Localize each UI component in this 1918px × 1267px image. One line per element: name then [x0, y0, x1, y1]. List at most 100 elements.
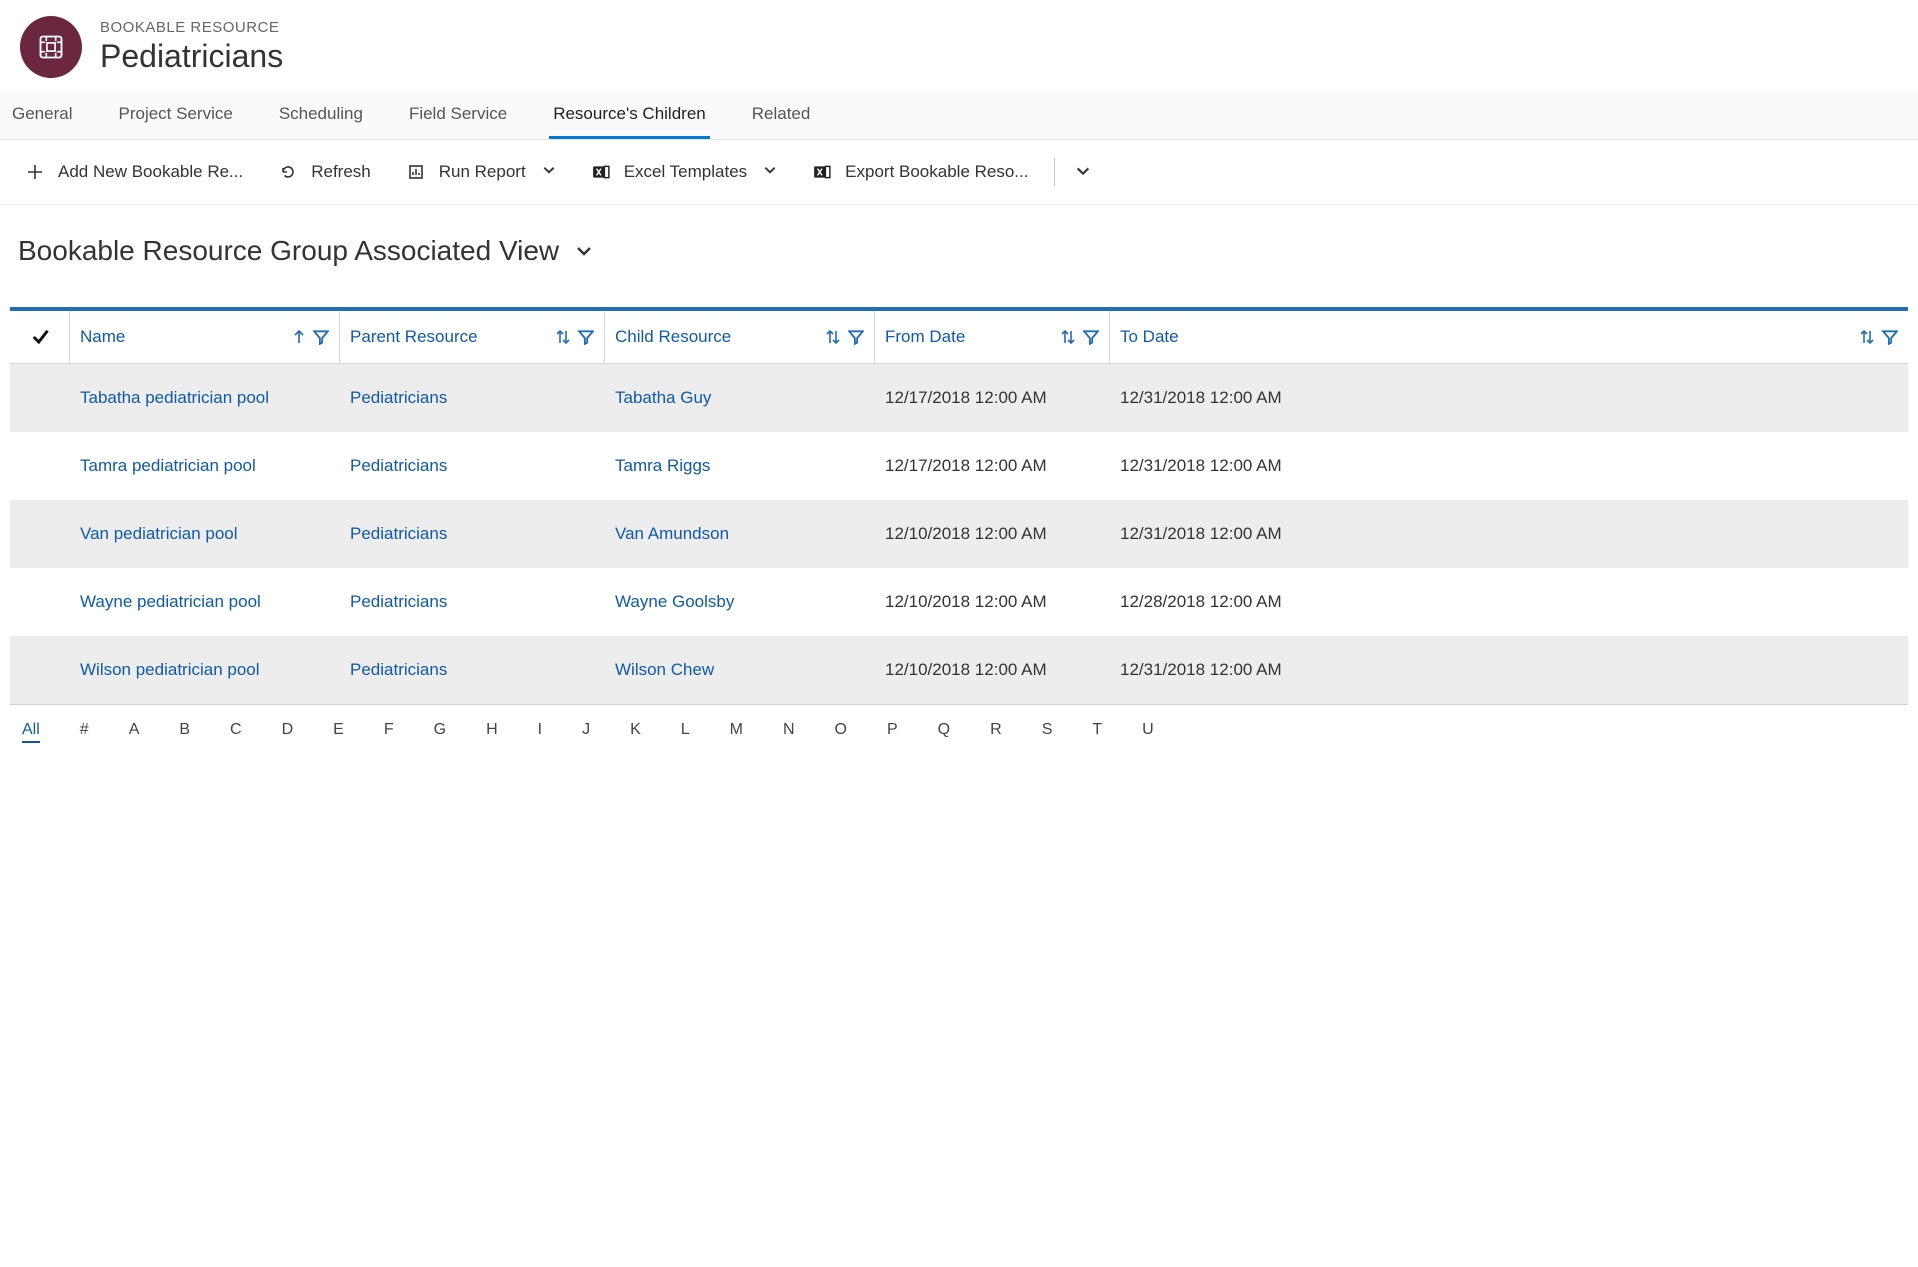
alpha-m[interactable]: M	[730, 721, 743, 743]
column-header-name[interactable]: Name	[70, 311, 340, 363]
alpha-hash[interactable]: #	[80, 721, 89, 743]
tab-project-service[interactable]: Project Service	[114, 90, 236, 139]
run-report-button[interactable]: Run Report	[391, 156, 572, 188]
alpha-e[interactable]: E	[333, 721, 344, 743]
cell-parent-resource[interactable]: Pediatricians	[340, 636, 605, 704]
cell-name[interactable]: Tabatha pediatrician pool	[70, 364, 340, 432]
cell-parent-resource[interactable]: Pediatricians	[340, 432, 605, 500]
table-row[interactable]: Tabatha pediatrician poolPediatriciansTa…	[10, 364, 1908, 432]
tab-label: Resource's Children	[553, 104, 706, 123]
plus-icon	[26, 163, 44, 181]
export-label: Export Bookable Reso...	[845, 162, 1028, 182]
tab-scheduling[interactable]: Scheduling	[275, 90, 367, 139]
cell-from-date: 12/10/2018 12:00 AM	[875, 636, 1110, 704]
alpha-s[interactable]: S	[1042, 721, 1053, 743]
row-checkbox[interactable]	[10, 646, 70, 694]
table-row[interactable]: Van pediatrician poolPediatriciansVan Am…	[10, 500, 1908, 568]
refresh-icon	[279, 163, 297, 181]
filter-icon[interactable]	[1083, 329, 1099, 345]
column-header-parent[interactable]: Parent Resource	[340, 311, 605, 363]
alpha-q[interactable]: Q	[938, 721, 950, 743]
alpha-l[interactable]: L	[681, 721, 690, 743]
alpha-t[interactable]: T	[1092, 721, 1102, 743]
filter-icon[interactable]	[1882, 329, 1898, 345]
entity-icon	[20, 16, 82, 78]
alpha-p[interactable]: P	[887, 721, 898, 743]
sort-icon[interactable]	[1061, 329, 1075, 345]
record-name: Pediatricians	[100, 38, 283, 75]
column-header-from[interactable]: From Date	[875, 311, 1110, 363]
view-switcher[interactable]	[575, 242, 593, 260]
cell-name[interactable]: Tamra pediatrician pool	[70, 432, 340, 500]
row-checkbox[interactable]	[10, 578, 70, 626]
tab-related[interactable]: Related	[748, 90, 815, 139]
chevron-down-icon	[763, 162, 777, 182]
sort-asc-icon[interactable]	[293, 329, 305, 345]
alpha-i[interactable]: I	[538, 721, 542, 743]
cell-child-resource[interactable]: Tabatha Guy	[605, 364, 875, 432]
alpha-u[interactable]: U	[1142, 721, 1154, 743]
sort-icon[interactable]	[826, 329, 840, 345]
overflow-button[interactable]	[1065, 157, 1101, 188]
alpha-all[interactable]: All	[22, 721, 40, 743]
report-icon	[407, 163, 425, 181]
entity-label: BOOKABLE RESOURCE	[100, 19, 283, 36]
alpha-a[interactable]: A	[129, 721, 140, 743]
refresh-button[interactable]: Refresh	[263, 156, 387, 188]
cell-child-resource[interactable]: Van Amundson	[605, 500, 875, 568]
alpha-h[interactable]: H	[486, 721, 498, 743]
cell-child-resource[interactable]: Wayne Goolsby	[605, 568, 875, 636]
cell-parent-resource[interactable]: Pediatricians	[340, 500, 605, 568]
table-row[interactable]: Tamra pediatrician poolPediatriciansTamr…	[10, 432, 1908, 500]
cell-parent-resource[interactable]: Pediatricians	[340, 364, 605, 432]
excel-templates-button[interactable]: Excel Templates	[576, 156, 793, 188]
alpha-j[interactable]: J	[582, 721, 590, 743]
tab-label: General	[12, 104, 72, 123]
tab-general[interactable]: General	[8, 90, 76, 139]
table-row[interactable]: Wilson pediatrician poolPediatriciansWil…	[10, 636, 1908, 704]
add-new-button[interactable]: Add New Bookable Re...	[10, 156, 259, 188]
column-header-child[interactable]: Child Resource	[605, 311, 875, 363]
alpha-r[interactable]: R	[990, 721, 1002, 743]
filter-icon[interactable]	[313, 329, 329, 345]
command-bar: Add New Bookable Re... Refresh Run Repor…	[0, 140, 1918, 205]
cell-name[interactable]: Wilson pediatrician pool	[70, 636, 340, 704]
select-all-checkbox[interactable]	[10, 311, 70, 363]
excel-icon	[813, 163, 831, 181]
cell-child-resource[interactable]: Tamra Riggs	[605, 432, 875, 500]
export-button[interactable]: Export Bookable Reso...	[797, 156, 1044, 188]
filter-icon[interactable]	[578, 329, 594, 345]
tab-label: Related	[752, 104, 811, 123]
row-checkbox[interactable]	[10, 374, 70, 422]
alpha-k[interactable]: K	[630, 721, 641, 743]
tab-resource-s-children[interactable]: Resource's Children	[549, 90, 710, 139]
alpha-c[interactable]: C	[230, 721, 242, 743]
cell-parent-resource[interactable]: Pediatricians	[340, 568, 605, 636]
table-row[interactable]: Wayne pediatrician poolPediatriciansWayn…	[10, 568, 1908, 636]
filter-icon[interactable]	[848, 329, 864, 345]
cell-from-date: 12/17/2018 12:00 AM	[875, 432, 1110, 500]
row-checkbox[interactable]	[10, 510, 70, 558]
record-titles: BOOKABLE RESOURCE Pediatricians	[100, 19, 283, 75]
sort-icon[interactable]	[556, 329, 570, 345]
grid-header: Name Parent Resource Child Resource From…	[10, 311, 1908, 364]
alpha-d[interactable]: D	[282, 721, 294, 743]
sort-icon[interactable]	[1860, 329, 1874, 345]
tab-label: Scheduling	[279, 104, 363, 123]
row-checkbox[interactable]	[10, 442, 70, 490]
alpha-b[interactable]: B	[179, 721, 190, 743]
alpha-n[interactable]: N	[783, 721, 795, 743]
cell-name[interactable]: Van pediatrician pool	[70, 500, 340, 568]
alpha-f[interactable]: F	[384, 721, 394, 743]
alpha-g[interactable]: G	[434, 721, 446, 743]
tab-field-service[interactable]: Field Service	[405, 90, 511, 139]
view-title-row: Bookable Resource Group Associated View	[0, 205, 1918, 307]
alpha-o[interactable]: O	[835, 721, 847, 743]
record-header: BOOKABLE RESOURCE Pediatricians	[0, 0, 1918, 90]
cell-child-resource[interactable]: Wilson Chew	[605, 636, 875, 704]
alpha-filter-bar: All # A B C D E F G H I J K L M N O P Q R S T U	[0, 705, 1918, 751]
cell-to-date: 12/28/2018 12:00 AM	[1110, 568, 1908, 636]
cell-name[interactable]: Wayne pediatrician pool	[70, 568, 340, 636]
column-header-to[interactable]: To Date	[1110, 311, 1908, 363]
cell-from-date: 12/10/2018 12:00 AM	[875, 500, 1110, 568]
